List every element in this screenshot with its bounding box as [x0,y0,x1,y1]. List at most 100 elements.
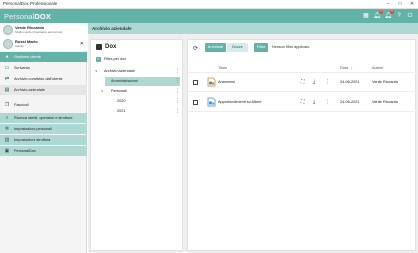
alert-badge: 3 [390,10,394,14]
column-title[interactable]: Titolo [218,66,227,70]
window-title-bar: PersonalDox Professionale – □ ✕ [0,0,418,9]
sidebar-item-label: Gestione utente [14,55,41,59]
more-options-icon[interactable]: ⋮ [175,77,180,86]
sidebar-item-label: Ricerca utenti, operatori e strutture [14,116,73,120]
documents-panel: ⟳ Archiviati Bozze Filtra Nessun filtro … [187,39,417,251]
desk-icon: ▭ [4,65,10,71]
tree-node-2021[interactable]: 2021 ⋮ [117,107,180,116]
managed-user-role: Utente [15,44,24,48]
filter-dox-checkbox[interactable]: ✓ [96,57,101,62]
person-icon: ● [5,54,9,60]
sidebar-item-label: Scrivania [14,66,30,70]
document-author: Verde Riccardo [372,80,398,84]
filter-dox-label: Filtra per dox [104,57,127,61]
window-title: PersonalDox Professionale [3,1,58,6]
maximize-button[interactable]: □ [394,0,406,9]
files-icon: ❐ [4,102,10,108]
tree-node-personali[interactable]: ∨ Personali ⋮ [101,87,180,96]
tree-node-label: Amministrazioni [111,79,138,83]
sort-arrow-icon[interactable]: ↓ [351,66,353,70]
column-author[interactable]: Autore [372,66,383,70]
tree-node-label: Archivio aziendale [104,69,135,73]
document-author: Verde Riccardo [372,100,398,104]
scan-icon[interactable]: ⛶ [301,99,305,105]
document-date: 24-06-2021 [340,80,360,84]
sidebar-item-archivio-aziendale[interactable]: ▤ Archivio aziendale [0,85,87,95]
app-logo: PersonalDOX [4,12,51,21]
more-options-icon[interactable]: ⋮ [325,79,330,85]
grid-icon[interactable]: ▦ [362,12,370,20]
sidebar-item-label: Impostazioni personali [14,127,52,131]
sidebar-item-personaldox[interactable]: ▣ PersonalDox [0,146,87,156]
row-checkbox[interactable] [193,100,198,105]
document-icon [207,77,216,87]
sidebar: Verde Riccardo Studio verde [Operatore a… [0,23,87,253]
sidebar-item-label: Impostazioni struttura [14,138,51,142]
operator-card[interactable]: Verde Riccardo Studio verde [Operatore a… [0,23,87,37]
sidebar-item-label: PersonalDox [14,149,36,153]
scan-icon[interactable]: ⛶ [301,79,305,85]
share-icon: ⇄ [4,76,10,82]
sidebar-item-label: Archivio aziendale [14,88,45,92]
tree-node-archivio-aziendale[interactable]: ∨ Archivio aziendale ⋮ [95,67,180,76]
sidebar-item-archivio-condiviso[interactable]: ⇄ Archivio condiviso dall'utente [0,74,87,84]
more-options-icon[interactable]: ⋮ [175,107,180,116]
search-icon: ⌕ [5,115,9,121]
tab-archiviati[interactable]: Archiviati [205,43,226,52]
row-checkbox[interactable] [193,80,198,85]
main-content: Archivio aziendale Dox ✓ Filtra per dox … [88,23,418,253]
column-date[interactable]: Data [340,66,348,70]
page-title: Archivio aziendale [92,26,132,31]
window-icon: ▣ [4,148,10,154]
operator-role: Studio verde [Operatore autonomo] [15,30,63,34]
sidebar-item-scrivania[interactable]: ▭ Scrivania [0,63,87,73]
filter-button[interactable]: Filtra [254,43,268,52]
refresh-icon[interactable]: ⟳ [193,45,198,52]
document-date: 24-06-2021 [340,100,360,104]
close-user-icon[interactable]: ✕ [80,41,84,47]
building-icon: ▥ [4,137,10,143]
table-row[interactable]: Anamnesi ⛶ ⤓ ⋮ 24-06-2021 Verde Riccardo [188,73,417,92]
filter-status: Nessun filtro applicato [272,45,310,49]
app-header: PersonalDOX ▦ 🔔︎ 2 🔔︎ 3 ? ⏻ [0,9,418,23]
sidebar-item-fascicoli[interactable]: ❐ Fascicoli [0,100,87,110]
tree-title: Dox [105,44,117,50]
tree-node-label: 2021 [117,109,126,113]
minimize-button[interactable]: – [382,0,394,9]
document-title[interactable]: Approfondimenti su Albert [218,100,261,104]
sidebar-item-ricerca[interactable]: ⌕ Ricerca utenti, operatori e strutture [0,113,87,123]
gear-icon: ✲ [4,126,10,132]
chevron-down-icon[interactable]: ∨ [101,87,104,96]
more-options-icon[interactable]: ⋮ [175,97,180,106]
sidebar-item-gestione-utente[interactable]: ● Gestione utente [0,52,87,62]
tab-bozze[interactable]: Bozze [227,43,248,52]
dox-icon [96,44,102,50]
section-header: Archivio aziendale [88,23,418,34]
tree-node-amministrazioni[interactable]: Amministrazioni ⋮ [105,77,180,86]
sidebar-item-impostazioni-personali[interactable]: ✲ Impostazioni personali [0,124,87,134]
alert-bell-icon[interactable]: 🔔︎ 3 [384,10,394,20]
managed-user-card[interactable]: Rossi Mario Utente ✕ [0,37,87,51]
dox-tree-panel: Dox ✓ Filtra per dox ∨ Archivio aziendal… [90,39,183,251]
more-options-icon[interactable]: ⋮ [175,67,180,76]
close-window-button[interactable]: ✕ [406,0,418,9]
notification-bell-icon[interactable]: 🔔︎ 2 [373,10,383,20]
more-options-icon[interactable]: ⋮ [325,99,330,105]
power-icon[interactable]: ⏻ [406,12,414,20]
chevron-down-icon[interactable]: ∨ [95,67,98,76]
sidebar-item-impostazioni-struttura[interactable]: ▥ Impostazioni struttura [0,135,87,145]
download-icon[interactable]: ⤓ [313,79,315,85]
notification-badge: 2 [379,10,383,14]
avatar [3,39,13,49]
more-options-icon[interactable]: ⋮ [175,87,180,96]
download-icon[interactable]: ⤓ [313,99,315,105]
tree-node-2020[interactable]: 2020 ⋮ [117,97,180,106]
table-row[interactable]: Approfondimenti su Albert ⛶ ⤓ ⋮ 24-06-20… [188,93,417,112]
avatar [3,25,13,35]
sidebar-item-label: Fascicoli [14,103,29,107]
document-title[interactable]: Anamnesi [218,80,235,84]
help-icon[interactable]: ? [395,12,403,20]
sidebar-item-label: Archivio condiviso dall'utente [14,77,63,81]
document-icon [207,97,216,107]
tree-node-label: 2020 [117,99,126,103]
